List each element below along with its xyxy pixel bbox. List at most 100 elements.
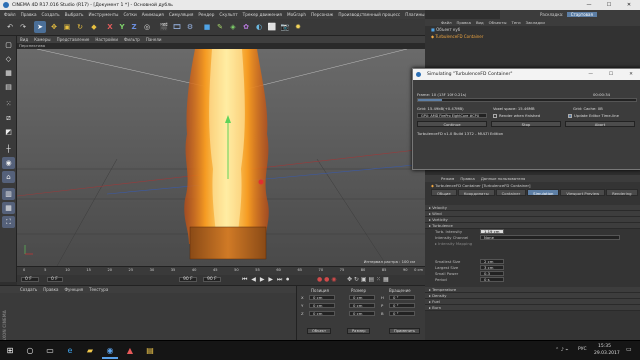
material-menu-item-3[interactable]: Текстура <box>89 286 108 293</box>
axis-x-icon[interactable]: X <box>104 21 116 33</box>
coord-rot-field[interactable]: 0 ° <box>389 311 415 316</box>
tab-координаты[interactable]: Координаты <box>457 189 495 196</box>
coord-rot-field[interactable]: 0 ° <box>389 303 415 308</box>
light-icon[interactable]: ✹ <box>292 21 304 33</box>
largest-size-field[interactable]: 3 cm <box>480 265 504 270</box>
attribute-menu-item-1[interactable]: Правка <box>460 175 474 182</box>
menu-item-1[interactable]: Правка <box>21 12 37 17</box>
cinema4d-taskbar-icon[interactable]: ◉ <box>102 343 118 359</box>
current-frame-field[interactable]: 0 F <box>47 277 63 282</box>
browser-icon[interactable]: e <box>62 343 78 359</box>
continue-button[interactable]: Continue <box>417 121 487 127</box>
language-indicator[interactable]: РУС <box>578 347 587 352</box>
perspective-viewport[interactable]: Интервал растра : 100 см <box>16 48 426 267</box>
polygons-icon[interactable]: ◩ <box>2 126 15 138</box>
turb-intensity-field[interactable]: 1.19 cm <box>480 229 504 234</box>
viewport-menu-item-5[interactable]: Панели <box>146 37 162 42</box>
stop-button[interactable]: Stop <box>491 121 561 127</box>
pen-icon[interactable]: ✎ <box>214 21 226 33</box>
camera-icon[interactable]: 📷 <box>279 21 291 33</box>
scale-icon[interactable]: ▣ <box>61 21 73 33</box>
axis-icon[interactable]: ┼ <box>2 143 15 155</box>
dialog-minimize-button[interactable]: — <box>588 69 593 80</box>
object-menu-item-1[interactable]: Правка <box>457 19 471 26</box>
coord-size-field[interactable]: 0 cm <box>349 295 375 300</box>
folder-taskbar-icon[interactable]: ▤ <box>142 343 158 359</box>
subdivision-icon[interactable]: ◈ <box>227 21 239 33</box>
viewport-menu-item-4[interactable]: Фильтр <box>124 37 140 42</box>
make-editable-icon[interactable]: ▢ <box>2 39 15 51</box>
axis-y-icon[interactable]: Y <box>116 21 128 33</box>
coord-pos-field[interactable]: 0 cm <box>309 295 335 300</box>
menu-item-6[interactable]: Анимация <box>142 12 164 17</box>
layout-selector[interactable]: Раскладка: Стартовая <box>500 10 640 19</box>
abort-button[interactable]: Abort <box>565 121 635 127</box>
object-row-cube[interactable]: ■ Объект куб <box>425 26 640 33</box>
scene-icon[interactable]: ⬜ <box>266 21 278 33</box>
maximize-button[interactable]: ☐ <box>600 0 618 10</box>
model-icon[interactable]: ◇ <box>2 53 15 65</box>
viewport-menu-item-3[interactable]: Настройки <box>95 37 118 42</box>
viewport-menu-item-2[interactable]: Представление <box>57 37 90 42</box>
object-menu-item-0[interactable]: Файл <box>441 19 452 26</box>
material-menu-item-1[interactable]: Правка <box>43 286 58 293</box>
small-power-field[interactable]: 0.3 <box>480 271 504 276</box>
move-icon[interactable]: ✥ <box>48 21 60 33</box>
update-editor-checkbox[interactable]: Update Editor Time-line <box>568 113 619 118</box>
period-field[interactable]: 0 s <box>480 277 504 282</box>
keyframe-icons[interactable]: ● ● ◉ <box>317 276 337 283</box>
intensity-mapping-row[interactable]: ▸ Intensity Mapping <box>425 241 640 247</box>
select-arrow-icon[interactable]: ➤ <box>34 21 46 33</box>
render-settings-icon[interactable]: ⚙ <box>184 21 196 33</box>
file-explorer-icon[interactable]: ▰ <box>82 343 98 359</box>
deformer-icon[interactable]: ◐ <box>253 21 265 33</box>
menu-item-9[interactable]: Скульпт <box>219 12 237 17</box>
menu-item-12[interactable]: Персонаж <box>311 12 333 17</box>
coord-size-dropdown[interactable]: Размер <box>347 328 371 334</box>
model-mode-icon[interactable]: ◆ <box>88 21 100 33</box>
smallest-size-field[interactable]: 2 cm <box>480 259 504 264</box>
coord-mode-dropdown[interactable]: Объект <box>307 328 332 334</box>
attribute-menu-item-0[interactable]: Режим <box>441 175 454 182</box>
object-menu-item-5[interactable]: Закладки <box>526 19 545 26</box>
tab-rendering[interactable]: Rendering <box>606 189 638 196</box>
dialog-close-button[interactable]: ✕ <box>629 69 633 80</box>
material-menu-item-2[interactable]: Функция <box>65 286 84 293</box>
menu-item-10[interactable]: Трекер движения <box>243 12 282 17</box>
array-icon[interactable]: ✿ <box>240 21 252 33</box>
coord-size-field[interactable]: 0 cm <box>349 303 375 308</box>
viewport-menu-item-1[interactable]: Камеры <box>34 37 50 42</box>
clock-time[interactable]: 15:35 <box>598 344 611 349</box>
timeline-tools[interactable]: ✥ ↻ ▣ ▤ ⁙ ▦ <box>347 276 389 283</box>
clock-date[interactable]: 29.03.2017 <box>594 351 620 356</box>
menu-item-4[interactable]: Инструменты <box>89 12 119 17</box>
intensity-channel-dropdown[interactable]: None <box>480 235 620 240</box>
grid-icon[interactable]: ▦ <box>2 202 15 214</box>
render-when-finished-checkbox[interactable]: Render when finished <box>493 113 540 118</box>
workplane-icon[interactable]: ▤ <box>2 81 15 93</box>
cube-icon[interactable]: ■ <box>201 21 213 33</box>
minimize-button[interactable]: — <box>580 0 598 10</box>
render-picture-icon[interactable]: 🎞 <box>171 21 183 33</box>
tab-viewport-preview[interactable]: Viewport Preview <box>560 189 606 196</box>
sculpt-icon[interactable]: ⛶ <box>2 216 15 228</box>
app-taskbar-icon[interactable]: ▲ <box>122 343 138 359</box>
render-view-icon[interactable]: 🎬 <box>158 21 170 33</box>
world-coords-icon[interactable]: ◎ <box>141 21 153 33</box>
material-menu-item-0[interactable]: Создать <box>20 286 37 293</box>
undo-icon[interactable]: ↶ <box>4 21 16 33</box>
layout-value[interactable]: Стартовая <box>566 12 597 17</box>
section-burn[interactable]: ▸ Burn <box>425 305 640 311</box>
apply-button[interactable]: Применить <box>389 328 421 334</box>
tab-simulation[interactable]: Simulation <box>527 189 560 196</box>
edges-icon[interactable]: ⧄ <box>2 112 15 124</box>
coord-size-field[interactable]: 0 cm <box>349 311 375 316</box>
axis-z-icon[interactable]: Z <box>128 21 140 33</box>
coord-pos-field[interactable]: 0 cm <box>309 311 335 316</box>
search-icon[interactable]: ○ <box>22 343 38 359</box>
enable-axis-icon[interactable]: ◉ <box>2 157 15 169</box>
object-menu-item-4[interactable]: Теги <box>512 19 521 26</box>
menu-item-5[interactable]: Сетки <box>123 12 136 17</box>
transport-controls[interactable]: ⏮ ◀ ▶ ▶ ⏭ ⏺ <box>242 276 290 284</box>
texture-icon[interactable]: ▦ <box>2 67 15 79</box>
